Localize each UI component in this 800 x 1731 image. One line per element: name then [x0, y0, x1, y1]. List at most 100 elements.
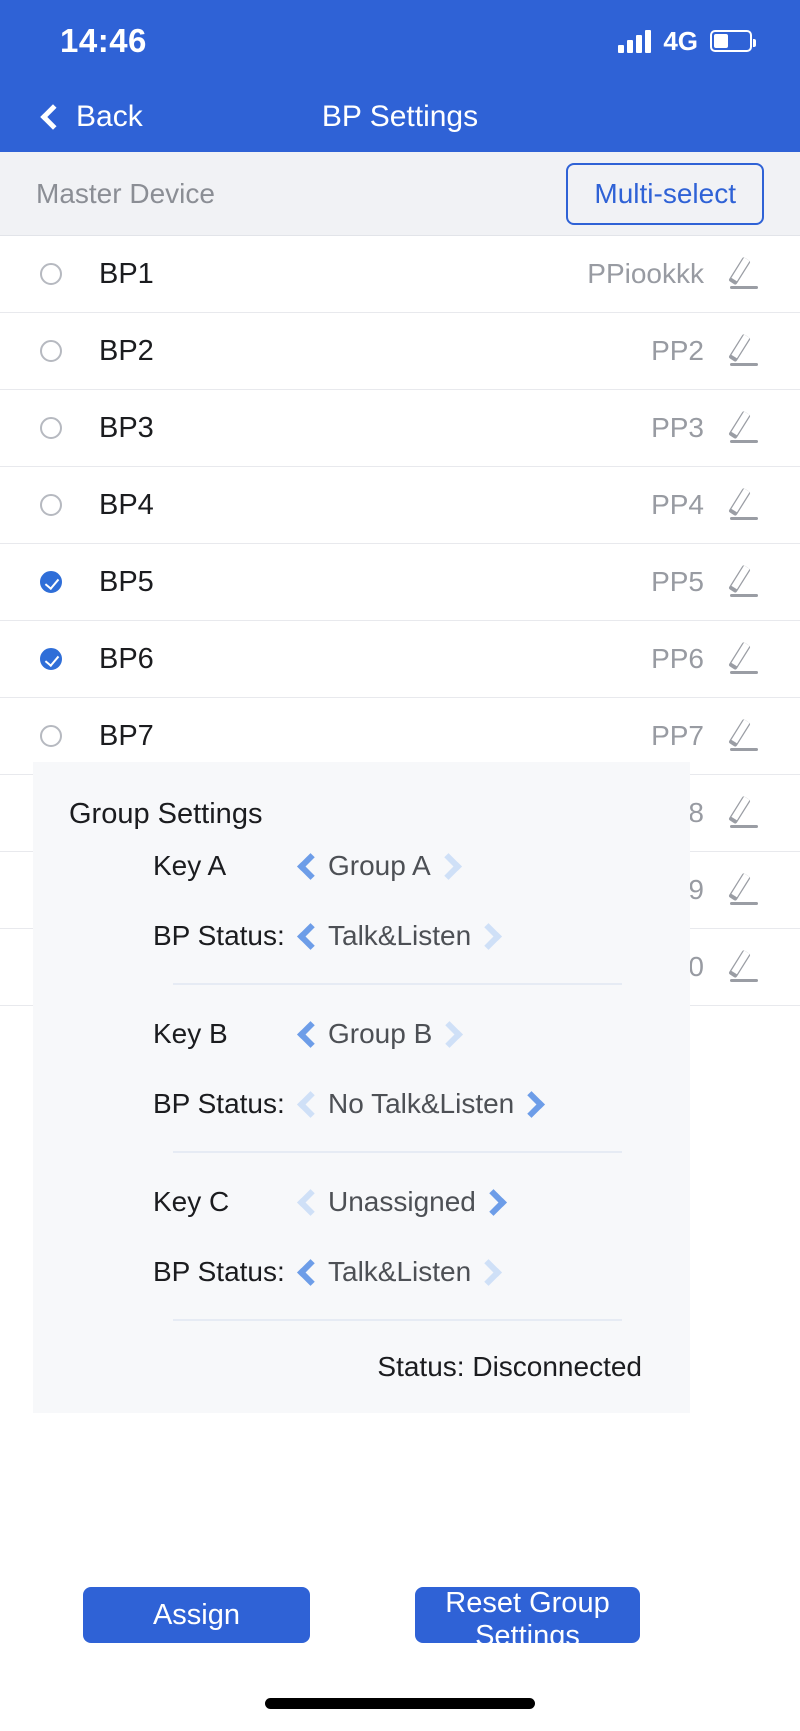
status-bar: 14:46 4G [0, 0, 800, 82]
bp-status-label: BP Status: [153, 1088, 285, 1119]
group-settings-panel: Group Settings Key A Group A BP Status: Tal… [33, 762, 690, 1413]
key-label: Key A [153, 850, 227, 881]
pencil-icon[interactable] [724, 408, 764, 448]
bp-status-row: BP Status: Talk&Listen [33, 901, 690, 971]
group-settings-key-block: Key B Group B BP Status: No Talk&Listen [33, 999, 690, 1153]
chevron-right-icon[interactable] [518, 1090, 546, 1118]
bp-select-radio[interactable] [40, 648, 62, 670]
assign-button[interactable]: Assign [83, 1587, 310, 1643]
bp-status-stepper: Talk&Listen [297, 920, 503, 952]
bp-list-row[interactable]: BP3 PP3 [0, 390, 800, 467]
chevron-right-icon[interactable] [475, 1258, 503, 1286]
bp-status-stepper: Talk&Listen [297, 1256, 503, 1288]
pencil-icon[interactable] [724, 331, 764, 371]
group-settings-key-list: Key A Group A BP Status: Talk&Listen Key B Gr… [33, 831, 690, 1321]
chevron-left-icon[interactable] [297, 1188, 324, 1216]
bp-name-label: BP5 [99, 565, 154, 598]
navigation-bar: Back BP Settings [0, 82, 800, 152]
section-divider [173, 983, 622, 985]
bp-status-row: BP Status: No Talk&Listen [33, 1069, 690, 1139]
bp-status-value: Talk&Listen [328, 1256, 472, 1287]
home-indicator [265, 1698, 535, 1709]
pencil-icon[interactable] [724, 562, 764, 602]
reset-group-settings-button[interactable]: Reset Group Settings [415, 1587, 640, 1652]
key-group-value: Group B [328, 1018, 433, 1049]
bp-status-value: Talk&Listen [328, 920, 472, 951]
key-group-stepper: Unassigned [297, 1186, 507, 1218]
chevron-left-icon[interactable] [297, 1020, 324, 1048]
bp-name-label: BP6 [99, 642, 154, 675]
bp-list-row[interactable]: BP4 PP4 [0, 467, 800, 544]
network-type-label: 4G [663, 25, 698, 56]
status-bar-clock: 14:46 [60, 22, 147, 59]
key-group-value: Unassigned [328, 1186, 476, 1217]
pencil-icon[interactable] [724, 947, 764, 987]
key-group-stepper: Group B [297, 1018, 464, 1050]
bp-list-row[interactable]: BP5 PP5 [0, 544, 800, 621]
chevron-left-icon[interactable] [297, 1258, 324, 1286]
key-assignment-row: Key C Unassigned [33, 1167, 690, 1237]
chevron-right-icon[interactable] [475, 922, 503, 950]
bp-value-label: PP5 [651, 566, 704, 597]
bp-status-value: No Talk&Listen [328, 1088, 515, 1119]
chevron-left-icon[interactable] [297, 922, 324, 950]
bp-select-radio[interactable] [40, 571, 62, 593]
bp-value-label: PP4 [651, 489, 704, 520]
back-button-label: Back [76, 100, 143, 133]
key-assignment-row: Key B Group B [33, 999, 690, 1069]
bp-status-row: BP Status: Talk&Listen [33, 1237, 690, 1307]
bp-value-label: PP6 [651, 643, 704, 674]
master-device-bar: Master Device Multi-select [0, 152, 800, 236]
key-label: Key B [153, 1018, 228, 1049]
multi-select-button[interactable]: Multi-select [566, 162, 764, 225]
bp-list-row[interactable]: BP1 PPiookkk [0, 236, 800, 313]
bp-name-label: BP4 [99, 488, 154, 521]
pencil-icon[interactable] [724, 639, 764, 679]
bp-select-radio[interactable] [40, 725, 62, 747]
pencil-icon[interactable] [724, 716, 764, 756]
chevron-right-icon[interactable] [479, 1188, 507, 1216]
bp-select-radio[interactable] [40, 494, 62, 516]
bp-name-label: BP3 [99, 411, 154, 444]
pencil-icon[interactable] [724, 793, 764, 833]
signal-bars-icon [618, 29, 652, 53]
bp-select-radio[interactable] [40, 340, 62, 362]
back-button[interactable]: Back [0, 100, 143, 134]
battery-icon [710, 30, 756, 52]
bp-status-label: BP Status: [153, 920, 285, 951]
bp-status-stepper: No Talk&Listen [297, 1088, 546, 1120]
footer-actions: Assign Reset Group Settings [0, 1575, 800, 1655]
bp-select-radio[interactable] [40, 417, 62, 439]
bp-list-row[interactable]: BP2 PP2 [0, 313, 800, 390]
group-settings-key-block: Key A Group A BP Status: Talk&Listen [33, 831, 690, 985]
chevron-left-icon [40, 104, 66, 130]
status-bar-indicators: 4G [618, 25, 756, 57]
bp-value-label: PPiookkk [587, 258, 704, 289]
pencil-icon[interactable] [724, 485, 764, 525]
group-settings-title: Group Settings [69, 798, 263, 830]
bp-name-label: BP7 [99, 719, 154, 752]
master-device-label: Master Device [36, 177, 215, 209]
bp-name-label: BP2 [99, 334, 154, 367]
chevron-left-icon[interactable] [297, 852, 324, 880]
bp-value-label: PP2 [651, 335, 704, 366]
pencil-icon[interactable] [724, 254, 764, 294]
connection-status-label: Status: Disconnected [377, 1351, 642, 1382]
bp-value-label: PP7 [651, 720, 704, 751]
chevron-right-icon[interactable] [434, 852, 462, 880]
chevron-right-icon[interactable] [436, 1020, 464, 1048]
bp-list-row[interactable]: BP6 PP6 [0, 621, 800, 698]
bp-select-radio[interactable] [40, 263, 62, 285]
chevron-left-icon[interactable] [297, 1090, 324, 1118]
key-assignment-row: Key A Group A [33, 831, 690, 901]
phone-screen: 14:46 4G Back BP Settings Master Device … [0, 0, 800, 1731]
key-label: Key C [153, 1186, 230, 1217]
section-divider [173, 1319, 622, 1321]
pencil-icon[interactable] [724, 870, 764, 910]
bp-name-label: BP1 [99, 257, 154, 290]
key-group-value: Group A [328, 850, 431, 881]
key-group-stepper: Group A [297, 850, 462, 882]
section-divider [173, 1151, 622, 1153]
group-settings-key-block: Key C Unassigned BP Status: Talk&Listen [33, 1167, 690, 1321]
bp-value-label: PP3 [651, 412, 704, 443]
